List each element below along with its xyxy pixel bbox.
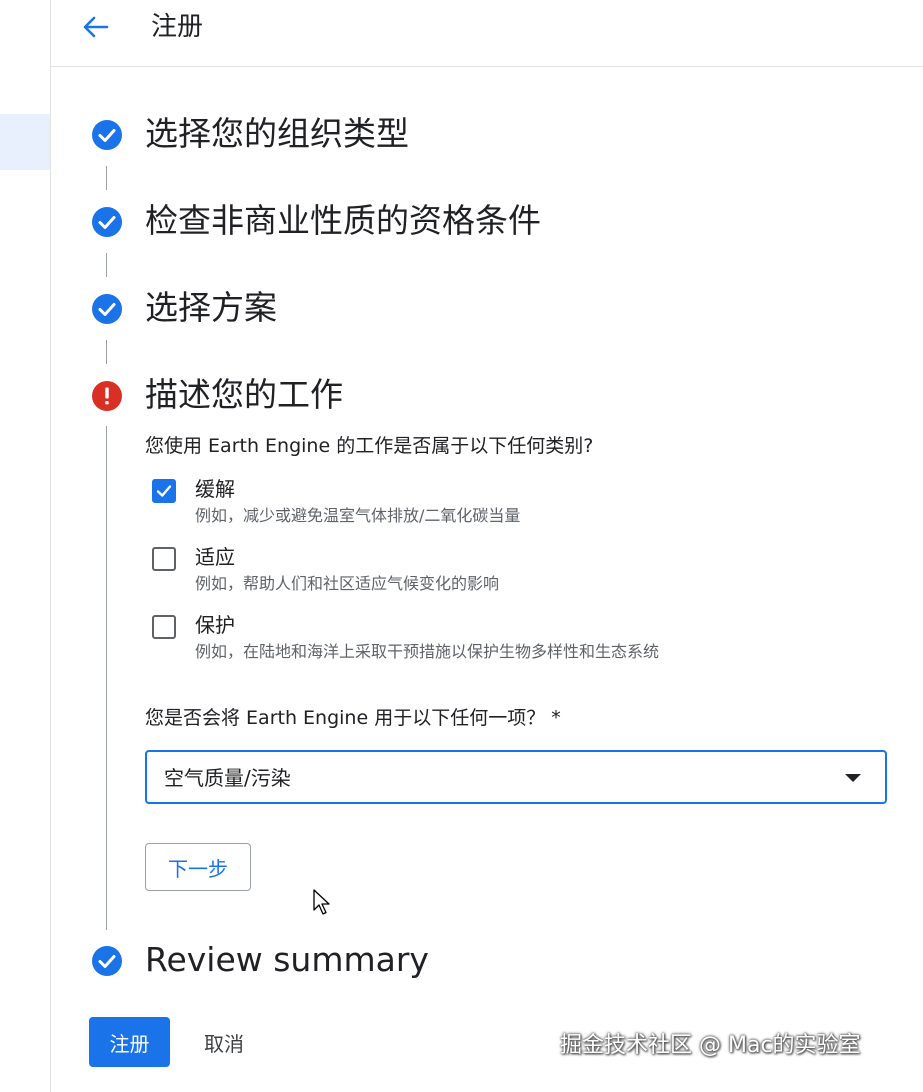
step-connector <box>106 426 107 930</box>
arrow-back-icon <box>83 16 109 38</box>
select-value: 空气质量/污染 <box>164 766 291 790</box>
watermark: 掘金技术社区 @ Mac的实验室 <box>560 1033 861 1058</box>
check-circle-icon <box>92 946 122 976</box>
question-categories: 您使用 Earth Engine 的工作是否属于以下任何类别? <box>145 435 594 457</box>
step-title-plan[interactable]: 选择方案 <box>145 286 277 330</box>
option-label: 缓解 <box>195 477 235 501</box>
step-title-eligibility[interactable]: 检查非商业性质的资格条件 <box>145 199 541 243</box>
option-label: 适应 <box>195 545 235 569</box>
step-title-review-summary[interactable]: Review summary <box>145 938 429 982</box>
cancel-button[interactable]: 取消 <box>190 1017 258 1067</box>
step-connector <box>106 253 107 277</box>
error-icon <box>92 381 122 411</box>
dropdown-arrow-icon <box>845 774 861 782</box>
option-mitigation: 缓解 例如，减少或避免温室气体排放/二氧化碳当量 <box>152 477 832 534</box>
usage-select[interactable]: 空气质量/污染 <box>145 750 887 804</box>
next-button[interactable]: 下一步 <box>145 843 251 891</box>
step-title-describe-work[interactable]: 描述您的工作 <box>145 373 343 417</box>
step-title-organization-type[interactable]: 选择您的组织类型 <box>145 112 409 156</box>
option-conservation: 保护 例如，在陆地和海洋上采取干预措施以保护生物多样性和生态系统 <box>152 613 832 670</box>
mitigation-checkbox[interactable] <box>152 479 176 503</box>
conservation-checkbox[interactable] <box>152 615 176 639</box>
option-label: 保护 <box>195 613 235 637</box>
adaptation-checkbox[interactable] <box>152 547 176 571</box>
option-description: 例如，减少或避免温室气体排放/二氧化碳当量 <box>195 506 521 525</box>
mouse-cursor-icon <box>313 889 330 915</box>
option-adaptation: 适应 例如，帮助人们和社区适应气候变化的影响 <box>152 545 832 602</box>
step-connector <box>106 166 107 190</box>
option-description: 例如，帮助人们和社区适应气候变化的影响 <box>195 574 500 593</box>
option-description: 例如，在陆地和海洋上采取干预措施以保护生物多样性和生态系统 <box>195 642 660 661</box>
page: 注册 选择您的组织类型 检查非商业性质的资格条件 选择方案 描述您的工作 您使用… <box>0 0 923 1092</box>
question-usage: 您是否会将 Earth Engine 用于以下任何一项？ * <box>145 707 561 729</box>
sidebar-active-item[interactable] <box>0 114 50 170</box>
check-circle-icon <box>92 207 122 237</box>
sidebar <box>0 0 51 1092</box>
check-circle-icon <box>92 294 122 324</box>
check-icon <box>156 485 172 497</box>
register-button[interactable]: 注册 <box>89 1017 170 1067</box>
step-connector <box>106 340 107 364</box>
check-circle-icon <box>92 120 122 150</box>
page-title: 注册 <box>151 12 204 42</box>
back-button[interactable] <box>78 12 112 42</box>
